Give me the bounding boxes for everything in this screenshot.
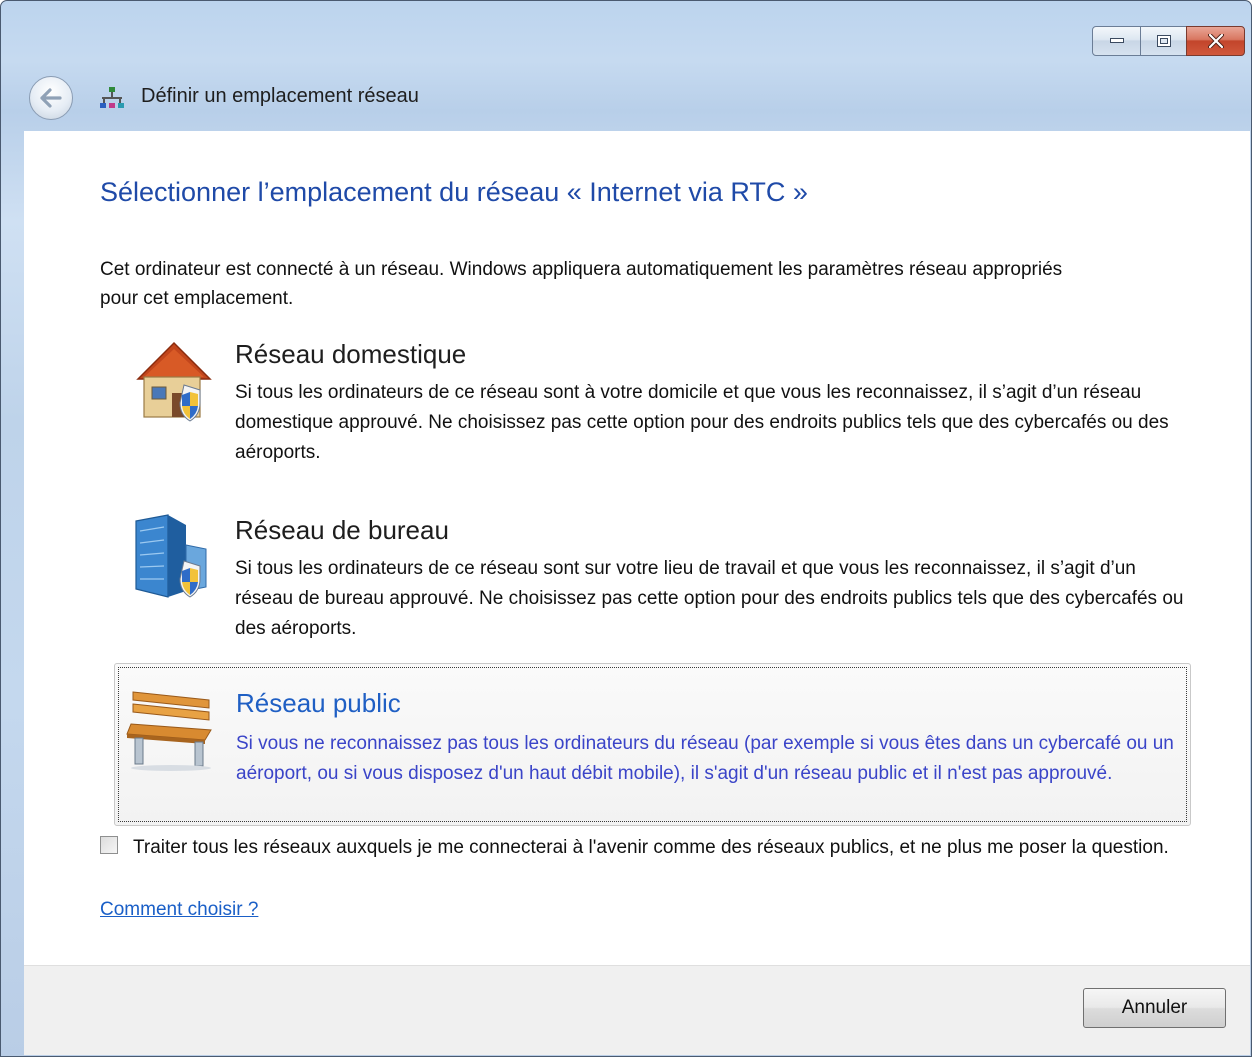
back-button[interactable] [29,76,73,120]
option-description: Si tous les ordinateurs de ce réseau son… [235,558,1184,639]
option-title: Réseau de bureau [235,515,449,545]
cancel-button[interactable]: Annuler [1083,988,1226,1028]
intro-text: Cet ordinateur est connecté à un réseau.… [100,259,1063,309]
window-title: Définir un emplacement réseau [141,85,419,107]
close-icon [1207,34,1224,48]
help-link[interactable]: Comment choisir ? [100,899,258,921]
option-title: Réseau public [236,688,401,718]
network-icon [100,87,124,108]
treat-as-public-checkbox[interactable] [100,836,118,854]
window-controls [1092,26,1245,56]
close-button[interactable] [1186,26,1245,56]
park-bench-icon [126,691,212,771]
minimize-icon [1109,38,1124,43]
option-title: Réseau domestique [235,339,467,369]
house-shield-icon [136,341,212,422]
back-arrow-icon [40,88,62,108]
checkbox-label: Traiter tous les réseaux auxquels je me … [133,837,1169,858]
dialog-window: Définir un emplacement réseau Sélectionn… [0,0,1252,1057]
option-public-network[interactable]: Réseau public Si vous ne reconnaissez pa… [114,663,1191,826]
option-work-network[interactable]: Réseau de bureau Si tous les ordinateurs… [114,511,1191,643]
page-heading: Sélectionner l’emplacement du réseau « I… [100,177,808,207]
office-building-shield-icon [135,514,207,598]
option-home-network[interactable]: Réseau domestique Si tous les ordinateur… [114,335,1191,467]
maximize-icon [1156,35,1171,47]
footer-bar [24,965,1250,1055]
minimize-button[interactable] [1092,26,1141,56]
option-description: Si tous les ordinateurs de ce réseau son… [235,382,1169,463]
option-description: Si vous ne reconnaissez pas tous les ord… [236,733,1174,784]
maximize-button[interactable] [1140,26,1187,56]
